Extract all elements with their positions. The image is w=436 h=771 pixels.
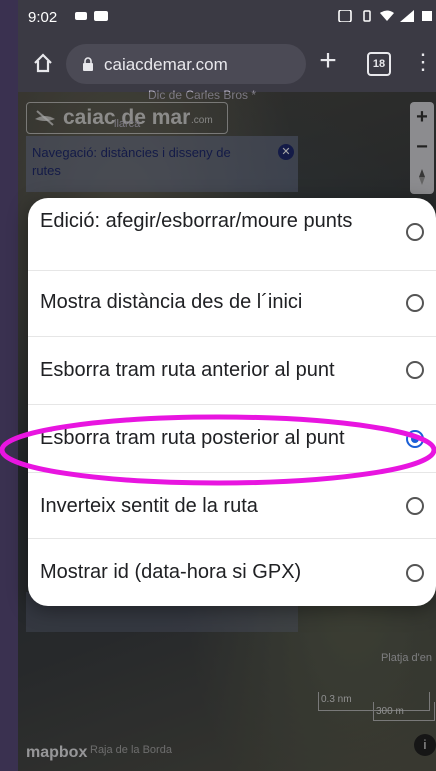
dialog-option[interactable]: Mostra distància des de l´inici	[28, 270, 436, 337]
wifi-icon	[380, 10, 394, 21]
home-icon[interactable]	[32, 52, 54, 74]
option-label: Mostra distància des de l´inici	[40, 291, 303, 313]
media-icon	[94, 11, 108, 21]
dialog-option[interactable]: Mostrar id (data-hora si GPX)	[28, 538, 436, 607]
vibrate-icon	[363, 10, 371, 22]
screen: 9:02 caiacdemar.com + 18 ⋮ Dic de Carles…	[0, 0, 436, 771]
side-gutter	[0, 0, 18, 771]
radio-button[interactable]	[406, 223, 424, 241]
status-time: 9:02	[28, 9, 58, 26]
option-label: Esborra tram ruta anterior al punt	[40, 359, 335, 381]
option-label: Mostrar id (data-hora si GPX)	[40, 561, 302, 583]
browser-toolbar: caiacdemar.com + 18 ⋮	[18, 34, 436, 92]
radio-button[interactable]	[406, 294, 424, 312]
battery-icon	[422, 11, 432, 21]
notification-icon	[75, 12, 87, 20]
radio-button[interactable]	[406, 497, 424, 515]
radio-button[interactable]	[406, 361, 424, 379]
url-text: caiacdemar.com	[104, 55, 228, 74]
dialog-option[interactable]: Esborra tram ruta posterior al punt	[28, 404, 436, 473]
dialog-option[interactable]: Inverteix sentit de la ruta	[28, 472, 436, 539]
signal-icon	[400, 10, 414, 22]
option-label: Esborra tram ruta posterior al punt	[40, 427, 345, 449]
address-bar[interactable]: caiacdemar.com	[66, 44, 306, 84]
options-dialog: Edició: afegir/esborrar/moure punts Most…	[28, 198, 436, 606]
lock-icon	[83, 57, 93, 71]
option-label: Inverteix sentit de la ruta	[40, 495, 258, 517]
tab-switcher-button[interactable]: 18	[367, 52, 391, 76]
nfc-icon	[338, 10, 352, 22]
radio-button[interactable]	[406, 564, 424, 582]
dialog-option[interactable]: Edició: afegir/esborrar/moure punts	[28, 198, 436, 270]
dialog-option[interactable]: Esborra tram ruta anterior al punt	[28, 336, 436, 405]
option-label: Edició: afegir/esborrar/moure punts	[40, 210, 353, 232]
new-tab-button[interactable]: +	[314, 46, 342, 76]
browser-menu-button[interactable]: ⋮	[412, 48, 434, 78]
radio-button-selected[interactable]	[406, 430, 424, 448]
status-bar: 9:02	[18, 0, 436, 34]
